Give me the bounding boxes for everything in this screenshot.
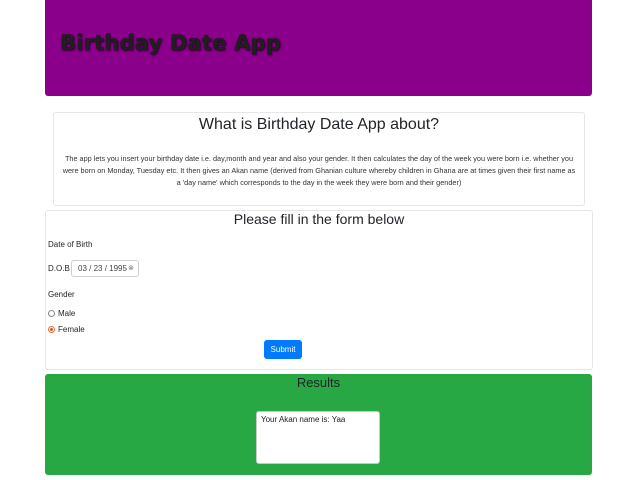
form-heading: Please fill in the form below: [233, 211, 405, 227]
male-radio[interactable]: [48, 309, 55, 317]
app-title: Birthday Date App: [60, 31, 282, 55]
dob-prefix-label: D.O.B: [48, 264, 70, 273]
gender-option-male[interactable]: Male: [48, 307, 75, 319]
about-heading: What is Birthday Date App about?: [198, 116, 440, 133]
dob-section-label: Date of Birth: [48, 240, 93, 249]
results-panel: Results Your Akan name is: Yaa: [45, 374, 592, 475]
dob-date-input[interactable]: 03 / 23 / 1995 ⊗: [71, 260, 139, 277]
birthday-form: Please fill in the form below Date of Bi…: [45, 210, 593, 370]
female-label: Female: [58, 324, 85, 334]
about-card: What is Birthday Date App about? The app…: [53, 112, 585, 206]
results-heading: Results: [296, 375, 341, 390]
submit-button[interactable]: Submit: [264, 340, 302, 359]
akan-name-text: Your Akan name is: Yaa: [261, 415, 346, 424]
gender-option-female[interactable]: Female: [48, 323, 85, 335]
male-label: Male: [58, 308, 76, 318]
clear-icon[interactable]: ⊗: [128, 261, 134, 276]
gender-label: Gender: [48, 290, 75, 299]
dob-value: 03 / 23 / 1995: [78, 264, 127, 273]
female-radio[interactable]: [48, 325, 55, 333]
app-header: Birthday Date App: [45, 0, 592, 96]
about-description: The app lets you insert your birthday da…: [62, 154, 576, 187]
akan-name-output[interactable]: Your Akan name is: Yaa: [256, 411, 380, 464]
